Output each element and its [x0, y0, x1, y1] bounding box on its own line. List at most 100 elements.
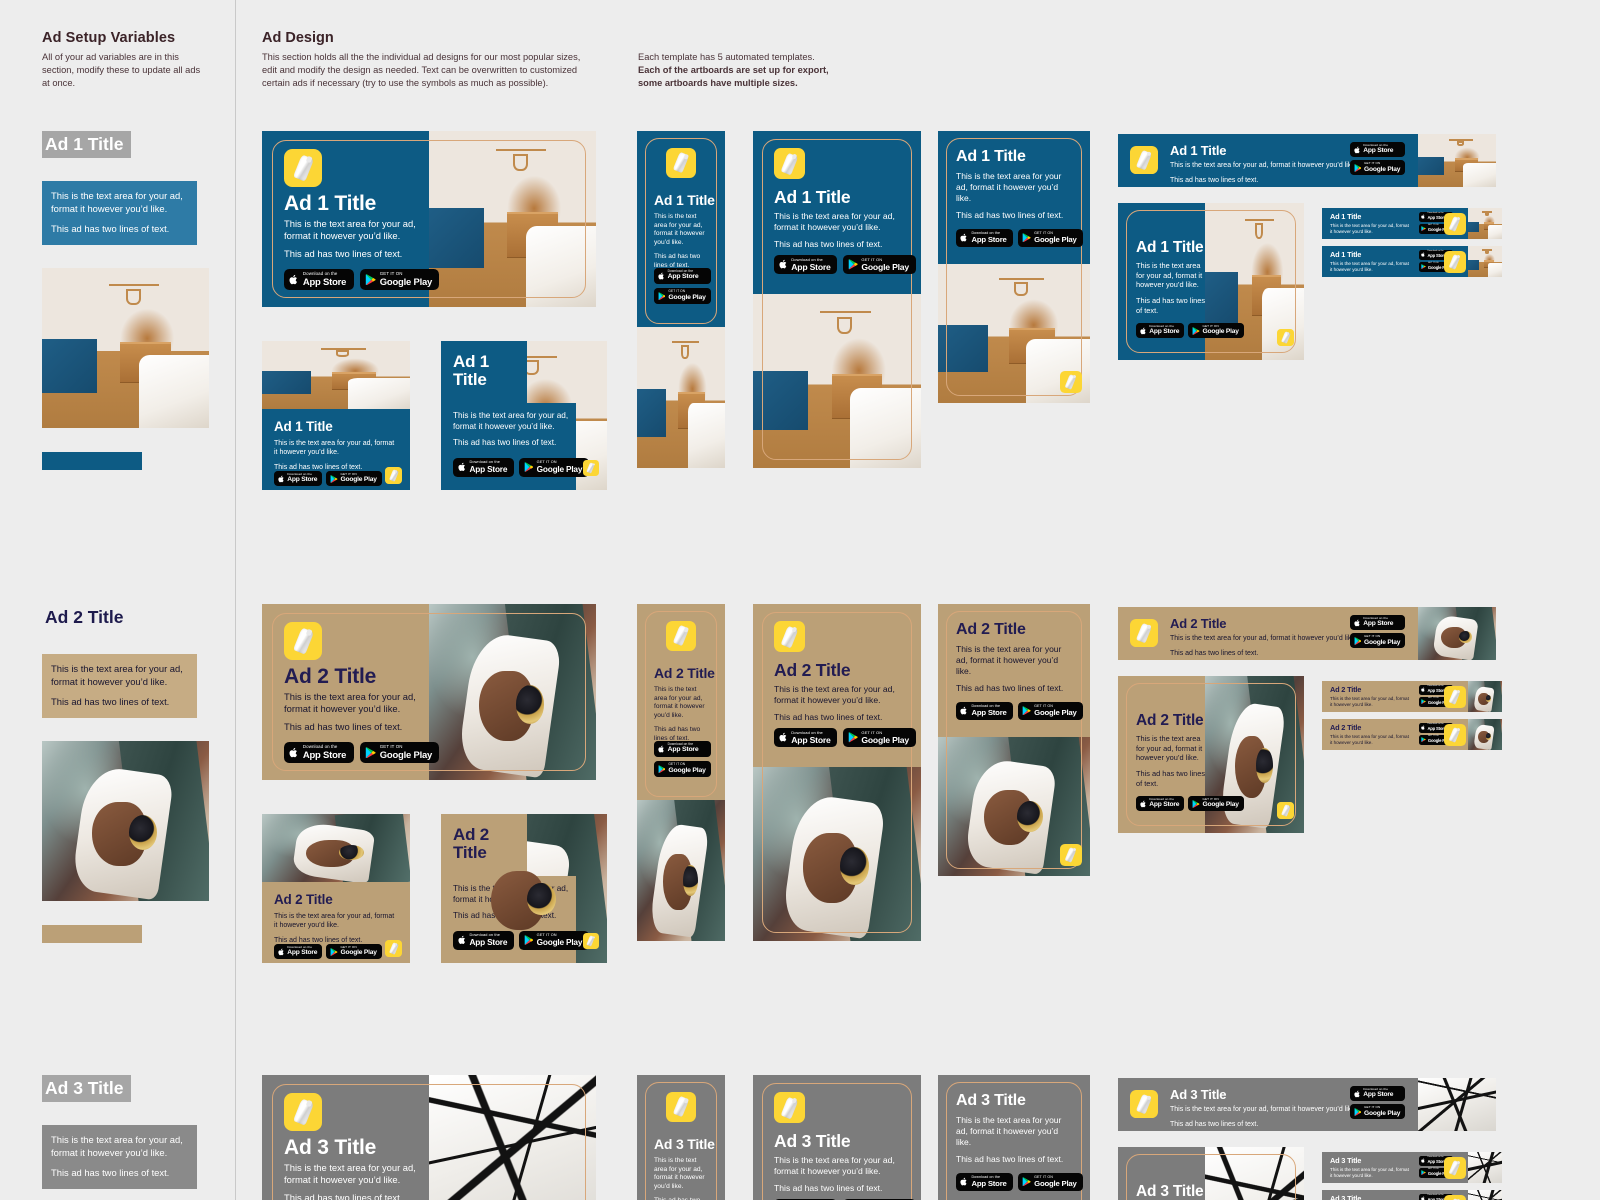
google-play-button[interactable]: GET IT ONGoogle Play [1350, 1104, 1406, 1120]
google-play-button[interactable]: GET IT ONGoogle Play [519, 458, 589, 477]
ad-2-square-card[interactable]: Ad 2 Title This is the text area for your… [262, 814, 410, 963]
ad-title: Ad 1 Title [1330, 250, 1362, 259]
ad-3-tall-card[interactable]: Ad 3 TitleThis is the text area for your… [1118, 1147, 1304, 1200]
google-play-button[interactable]: GET IT ONGoogle Play [1017, 1173, 1083, 1191]
ad-1-mini-banner-1[interactable]: Ad 1 Title This is the text area for your… [1322, 208, 1502, 239]
ad-1-square-card[interactable]: Ad 1 Title This is the text area for your… [262, 341, 410, 490]
ad-1-rectangle[interactable]: Ad 1 Title This is the text area for your… [938, 131, 1090, 403]
ad-2-skyscraper[interactable]: Ad 2 Title This is the text area for your… [637, 604, 725, 941]
ad-2-overlay-card[interactable]: Ad 2 TitleThis is the text area for your… [441, 814, 607, 963]
app-store-button[interactable]: Download on theApp Store [774, 728, 838, 748]
ad-body-text: This is the text area for your ad, forma… [1330, 696, 1412, 712]
bedroom-photo-pixels [1418, 134, 1496, 187]
google-play-button[interactable]: GET IT ONGoogle Play [843, 728, 916, 748]
app-store-button[interactable]: Download on theApp Store [284, 269, 354, 291]
app-store-button[interactable]: Download on theApp Store [1350, 142, 1406, 158]
google-play-logo-icon [1192, 326, 1200, 335]
google-play-subtitle: GET IT ON [379, 271, 403, 277]
variable-title-2[interactable]: Ad 2 Title [42, 604, 131, 631]
app-store-button[interactable]: Download on theApp Store [774, 255, 838, 275]
app-store-button[interactable]: Download on theApp Store [274, 944, 323, 960]
ad-3-leaderboard[interactable]: Ad 3 Title This is the text area for your… [262, 1075, 596, 1200]
ad-2-leaderboard[interactable]: Ad 2 Title This is the text area for your… [262, 604, 596, 780]
variable-title-1[interactable]: Ad 1 Title [42, 131, 132, 159]
store-buttons: Download on theApp Store GET IT ONGoogle … [453, 458, 589, 477]
ad-2-tall-card[interactable]: Ad 2 Title This is the text area for your… [1118, 676, 1304, 833]
store-button-text: GET IT ON Google Play [668, 763, 705, 774]
ad-3-rectangle[interactable]: Ad 3 Title This is the text area for your… [938, 1075, 1090, 1200]
google-play-button[interactable]: GET IT ONGoogle Play [654, 761, 711, 777]
ad-2-rectangle[interactable]: Ad 2 Title This is the text area for your… [938, 604, 1090, 876]
app-store-button[interactable]: Download on theApp Store [1136, 796, 1185, 812]
app-store-button[interactable]: Download on theApp Store [453, 458, 514, 477]
app-store-button[interactable]: Download on theApp Store [654, 741, 711, 757]
ad-body-line-2: This ad has two lines of text. [284, 1192, 403, 1200]
google-play-button[interactable]: GET IT ONGoogle Play [359, 742, 440, 764]
ad-1-tall-card[interactable]: Ad 1 Title This is the text area for your… [1118, 203, 1304, 360]
google-play-button[interactable]: GET IT ONGoogle Play [654, 288, 711, 304]
dresser [331, 372, 376, 390]
ad-3-skyscraper[interactable]: Ad 3 Title This is the text area for your… [637, 1075, 725, 1200]
ad-1-wide-banner[interactable]: Ad 1 Title This is the text area for your… [1118, 134, 1496, 187]
google-play-button[interactable]: GET IT ONGoogle Play [326, 471, 382, 487]
ad-1-leaderboard[interactable]: Ad 1 Title This is the text area for your… [262, 131, 596, 307]
google-play-title: Google Play [1202, 328, 1239, 336]
google-play-logo-icon [1354, 636, 1362, 645]
google-play-button[interactable]: GET IT ONGoogle Play [1188, 796, 1244, 812]
ad-body-line-1: This is the text area for your ad, forma… [1330, 734, 1409, 745]
store-buttons: Download on theApp Store GET IT ONGoogle … [1350, 1086, 1406, 1120]
google-play-button[interactable]: GET IT ONGoogle Play [359, 269, 440, 291]
ad-1-skyscraper[interactable]: Ad 1 Title This is the text area for your… [637, 131, 725, 468]
ad-2-wide-banner[interactable]: Ad 2 Title This is the text area for your… [1118, 607, 1496, 660]
google-play-button[interactable]: GET IT ONGoogle Play [1350, 633, 1406, 649]
app-store-button[interactable]: Download on theApp Store [274, 471, 323, 487]
ad-2-halfpage[interactable]: Ad 2 Title This is the text area for your… [753, 604, 921, 941]
variable-text-box-3[interactable]: This is the text area for your ad, forma… [42, 1125, 197, 1190]
ad-1-halfpage[interactable]: Ad 1 Title This is the text area for your… [753, 131, 921, 468]
app-store-button[interactable]: Download on theApp Store [654, 268, 711, 284]
hanger-icon [1254, 223, 1264, 240]
sidebar-title: Ad Setup Variables [42, 30, 176, 46]
variable-text-box-2[interactable]: This is the text area for your ad, forma… [42, 654, 197, 719]
google-play-button[interactable]: GET IT ONGoogle Play [1017, 702, 1083, 720]
variable-text-line-2-2: This ad has two lines of text. [51, 695, 170, 707]
apple-logo-icon [1421, 725, 1425, 731]
ad-2-mini-banner-2[interactable]: Ad 2 Title This is the text area for your… [1322, 719, 1502, 750]
store-button-text: GET IT ON Google Play [1203, 798, 1239, 809]
app-icon [1130, 1090, 1158, 1118]
ad-body-line-1: This is the text area for your ad, forma… [774, 1155, 895, 1177]
variable-text-box-1[interactable]: This is the text area for your ad, forma… [42, 181, 197, 246]
ad-1-overlay-card[interactable]: Ad 1 Title This is the text area for your… [441, 341, 607, 490]
app-store-button[interactable]: Download on theApp Store [1350, 1086, 1406, 1102]
ad-body-line-1: This is the text area for your ad, forma… [1136, 734, 1203, 763]
app-store-button[interactable]: Download on theApp Store [1350, 615, 1406, 631]
ad-3-wide-banner[interactable]: Ad 3 Title This is the text area for your… [1118, 1078, 1496, 1131]
google-play-button[interactable]: GET IT ONGoogle Play [1017, 229, 1083, 247]
app-store-button[interactable]: Download on theApp Store [956, 1173, 1013, 1191]
ad-3-mini-banner-1[interactable]: Ad 3 Title This is the text area for your… [1322, 1152, 1502, 1183]
app-store-button[interactable]: Download on theApp Store [956, 702, 1013, 720]
variable-title-3[interactable]: Ad 3 Title [42, 1075, 132, 1103]
ad-body-line-2: This ad has two lines of text. [1170, 1121, 1259, 1129]
google-play-button[interactable]: GET IT ONGoogle Play [1350, 160, 1406, 176]
google-play-button[interactable]: GET IT ONGoogle Play [326, 944, 382, 960]
variable-color-swatch-1[interactable] [42, 452, 142, 471]
app-icon [774, 1092, 805, 1123]
google-play-button[interactable]: GET IT ONGoogle Play [519, 931, 589, 950]
google-play-button[interactable]: GET IT ONGoogle Play [843, 255, 916, 275]
ad-3-mini-banner-2[interactable]: Ad 3 TitleThis is the text area for your… [1322, 1190, 1502, 1200]
ad-2-mini-banner-1[interactable]: Ad 2 Title This is the text area for your… [1322, 681, 1502, 712]
variable-color-swatch-2[interactable] [42, 925, 142, 944]
app-store-button[interactable]: Download on theApp Store [453, 931, 514, 950]
ad-1-mini-banner-2[interactable]: Ad 1 Title This is the text area for your… [1322, 246, 1502, 277]
google-play-logo-icon [1022, 706, 1031, 716]
app-store-button[interactable]: Download on theApp Store [284, 742, 354, 764]
ad-title: Ad 2 Title [284, 665, 377, 688]
app-store-button[interactable]: Download on theApp Store [1136, 323, 1185, 339]
app-icon [284, 622, 322, 660]
google-play-button[interactable]: GET IT ONGoogle Play [1188, 323, 1244, 339]
google-play-title: Google Play [861, 261, 910, 272]
app-store-button[interactable]: Download on theApp Store [956, 229, 1013, 247]
ad-title: Ad 1 Title [1330, 212, 1362, 221]
ad-3-halfpage[interactable]: Ad 3 Title This is the text area for your… [753, 1075, 921, 1200]
